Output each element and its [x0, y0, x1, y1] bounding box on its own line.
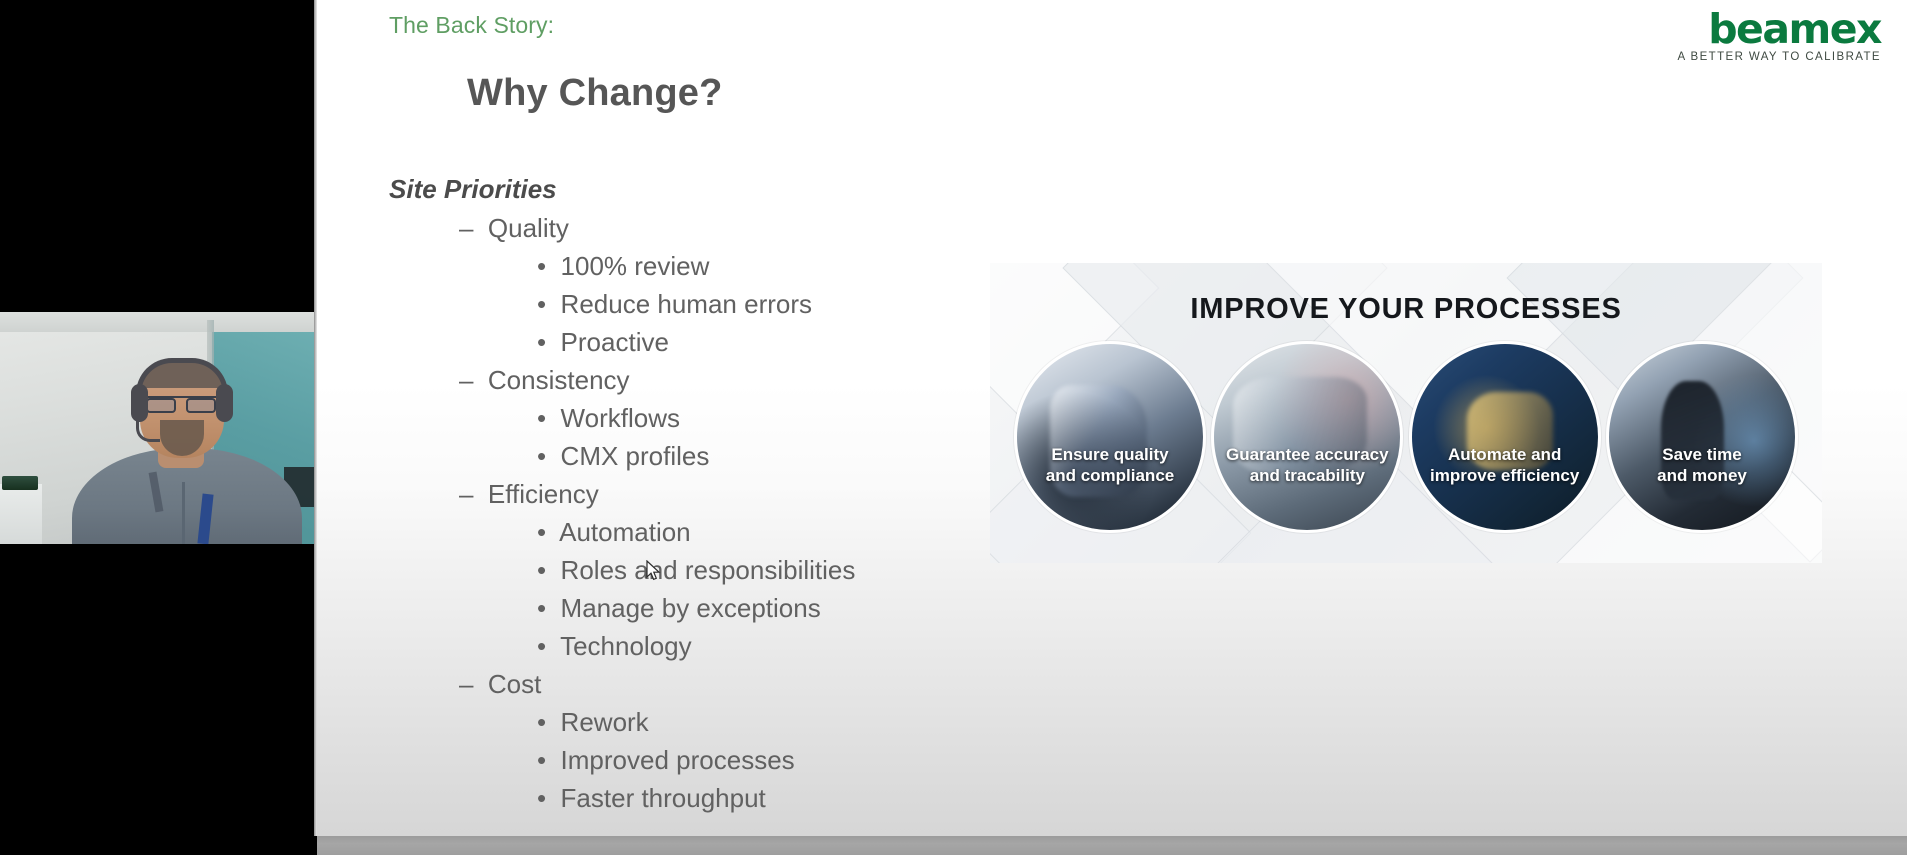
page-title: Why Change? — [467, 72, 723, 114]
presentation-slide[interactable]: The Back Story: Why Change? beamex A BET… — [317, 0, 1907, 836]
promo-circle-photo — [1608, 344, 1795, 530]
bullet-item: • Faster throughput — [537, 783, 766, 813]
room-ceiling — [0, 312, 314, 332]
promo-caption-line: and tracability — [1249, 466, 1365, 486]
promo-circle-row: Ensure quality and compliance Guarantee ac… — [1014, 341, 1798, 541]
promo-circle-photo — [1214, 344, 1401, 530]
glasses-icon — [144, 396, 220, 413]
screen: The Back Story: Why Change? beamex A BET… — [0, 0, 1907, 855]
bullet-item: • CMX profiles — [537, 441, 710, 471]
promo-caption-line: and compliance — [1045, 466, 1175, 486]
bullet-item: – Quality — [459, 213, 569, 243]
promo-circle: Save time and money — [1605, 341, 1798, 533]
webcam-video-tile[interactable] — [0, 312, 314, 544]
promo-circle: Ensure quality and compliance — [1014, 341, 1206, 533]
glasses-lens-right — [186, 398, 216, 413]
bullet-item: Site Priorities — [389, 174, 557, 204]
promo-caption-line: and money — [1657, 466, 1747, 486]
bullet-item: • Technology — [537, 631, 692, 661]
promo-circle-caption: Automate and improve efficiency — [1419, 444, 1590, 486]
bullet-item: – Efficiency — [459, 479, 599, 509]
bullet-item: • Roles and responsibilities — [537, 555, 856, 585]
bullet-item: • Improved processes — [537, 745, 795, 775]
slide-kicker: The Back Story: — [389, 12, 555, 38]
beamex-tagline: A BETTER WAY TO CALIBRATE — [1677, 51, 1881, 63]
bullet-item: • Workflows — [537, 403, 680, 433]
bullet-item: • 100% review — [537, 251, 710, 281]
promo-caption-line: Ensure quality — [1051, 445, 1169, 465]
glasses-lens-left — [146, 398, 176, 413]
headset-microphone-boom — [136, 416, 160, 442]
promo-circle: Guarantee accuracy and tracability — [1211, 341, 1404, 533]
slide-bullet-list: Site Priorities – Quality • 100% review • R… — [389, 170, 1089, 817]
video-panel[interactable] — [0, 0, 314, 855]
promo-image: IMPROVE YOUR PROCESSES Ensure quality and… — [990, 263, 1822, 563]
bottom-scrollbar[interactable] — [317, 836, 1907, 855]
shirt-placket — [182, 482, 185, 544]
promo-heading: IMPROVE YOUR PROCESSES — [1190, 293, 1622, 325]
bullet-item: – Cost — [459, 669, 542, 699]
bullet-item: • Rework — [537, 707, 649, 737]
bullet-item: • Automation — [537, 517, 691, 547]
headset-earcup-right — [216, 384, 233, 422]
promo-circle-photo — [1017, 344, 1203, 530]
beamex-wordmark: beamex — [1708, 5, 1882, 53]
promo-caption-line: Save time — [1662, 445, 1742, 465]
background-cabinet — [0, 484, 42, 544]
promo-caption-line: Automate and — [1447, 445, 1562, 465]
promo-circle: Automate and improve efficiency — [1408, 341, 1601, 533]
bullet-item: • Reduce human errors — [537, 289, 813, 319]
promo-caption-line: improve efficiency — [1430, 466, 1580, 486]
promo-circle-caption: Guarantee accuracy and tracability — [1222, 444, 1393, 486]
bullet-item: • Proactive — [537, 327, 669, 357]
bullet-item: – Consistency — [459, 365, 630, 395]
bullet-item: • Manage by exceptions — [537, 593, 821, 623]
promo-caption-line: Guarantee accuracy — [1226, 445, 1389, 465]
bottom-bar-left-filler — [0, 836, 317, 855]
background-device — [2, 476, 38, 490]
promo-circle-caption: Ensure quality and compliance — [1024, 444, 1195, 486]
beamex-logo: beamex A BETTER WAY TO CALIBRATE — [1677, 5, 1883, 63]
promo-circle-caption: Save time and money — [1616, 444, 1787, 486]
promo-circle-photo — [1411, 344, 1598, 530]
